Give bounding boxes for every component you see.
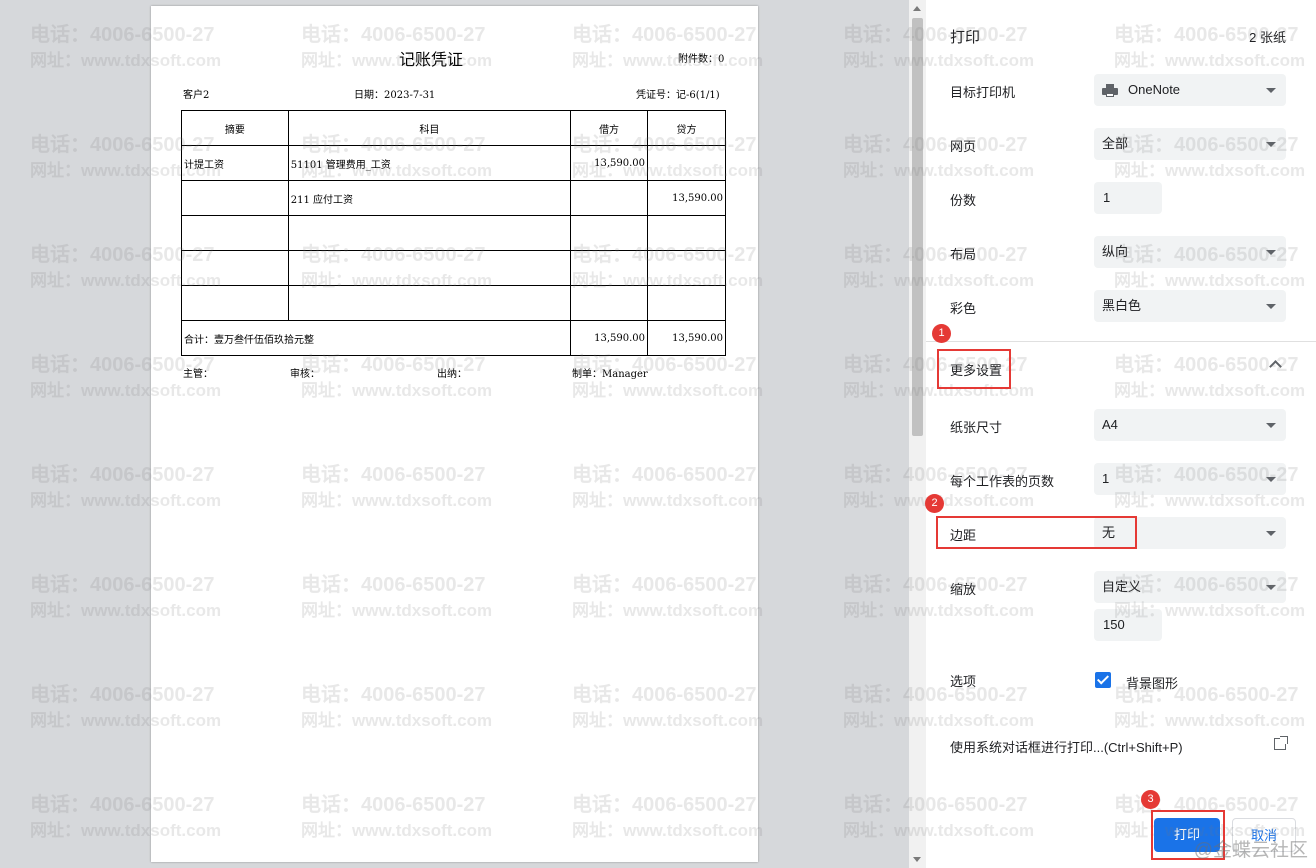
pages-select[interactable]: 全部	[1094, 128, 1286, 160]
chevron-down-icon	[1266, 250, 1276, 255]
paper-size-value: A4	[1102, 417, 1118, 432]
paper-size-select[interactable]: A4	[1094, 409, 1286, 441]
row-account: 51101 管理费用_工资	[287, 145, 572, 181]
row-credit	[647, 215, 726, 251]
pages-label: 网页	[950, 139, 977, 154]
row-debit	[570, 180, 649, 216]
step-badge-3: 3	[1141, 790, 1160, 809]
row-summary: 计提工资	[181, 145, 289, 181]
row-account	[287, 250, 572, 286]
print-preview-area: 记账凭证 附件数：0 客户2 日期：2023-7-31 凭证号：记-6(1/1)…	[0, 0, 926, 868]
chevron-up-icon[interactable]	[1269, 360, 1282, 373]
pages-value: 全部	[1102, 136, 1129, 151]
print-settings-panel: 打印 2 张纸 目标打印机 OneNote 网页 全部 份数 1 布局 纵向 彩…	[926, 0, 1316, 868]
voucher-attachments: 附件数：0	[678, 54, 725, 65]
system-dialog-link[interactable]: 使用系统对话框进行打印...(Ctrl+Shift+P)	[950, 737, 1183, 756]
scale-select[interactable]: 自定义	[1094, 571, 1286, 603]
step-badge-1: 1	[932, 324, 951, 343]
scroll-down-icon[interactable]	[913, 857, 921, 862]
section-divider	[926, 341, 1316, 342]
layout-select[interactable]: 纵向	[1094, 236, 1286, 268]
table-row: 计提工资 51101 管理费用_工资 13,590.00	[181, 145, 726, 181]
chevron-down-icon	[1266, 423, 1276, 428]
sheet-count: 2 张纸	[1249, 30, 1286, 45]
signature-reviewer: 审核：	[290, 369, 320, 380]
row-summary	[181, 250, 289, 286]
chevron-down-icon	[1266, 477, 1276, 482]
row-account: 211 应付工资	[287, 180, 572, 216]
header-credit: 贷方	[647, 110, 726, 146]
voucher-number: 凭证号：记-6(1/1)	[636, 90, 720, 101]
pages-per-sheet-value: 1	[1102, 471, 1110, 486]
step-badge-2: 2	[925, 494, 944, 513]
highlight-margins	[936, 516, 1137, 549]
layout-label: 布局	[950, 247, 977, 262]
row-summary	[181, 180, 289, 216]
preview-page: 记账凭证 附件数：0 客户2 日期：2023-7-31 凭证号：记-6(1/1)…	[151, 6, 758, 862]
row-account	[287, 285, 572, 321]
row-credit	[647, 145, 726, 181]
header-debit: 借方	[570, 110, 649, 146]
background-graphics-checkbox[interactable]	[1095, 672, 1111, 688]
row-credit	[647, 250, 726, 286]
chevron-down-icon	[1266, 88, 1276, 93]
scale-input[interactable]: 150	[1094, 609, 1162, 641]
scale-value: 自定义	[1102, 579, 1142, 594]
pages-per-sheet-label: 每个工作表的页数	[950, 474, 1055, 489]
layout-value: 纵向	[1102, 244, 1129, 259]
signature-preparer: 制单：Manager	[572, 369, 648, 380]
row-summary	[181, 215, 289, 251]
total-label: 合计：壹万叁仟伍佰玖拾元整	[180, 320, 572, 356]
copies-input[interactable]: 1	[1094, 182, 1162, 214]
voucher-date: 日期：2023-7-31	[354, 90, 436, 101]
scroll-up-icon[interactable]	[913, 6, 921, 11]
voucher-title: 记账凭证	[398, 50, 463, 69]
chevron-down-icon	[1266, 531, 1276, 536]
signature-cashier: 出纳：	[437, 369, 467, 380]
total-credit: 13,590.00	[647, 320, 726, 356]
paper-size-label: 纸张尺寸	[950, 420, 1003, 435]
voucher-customer: 客户2	[183, 90, 210, 101]
row-account	[287, 215, 572, 251]
destination-select[interactable]: OneNote	[1094, 74, 1286, 106]
color-value: 黑白色	[1102, 298, 1142, 313]
background-graphics-label[interactable]: 背景图形	[1126, 673, 1178, 692]
voucher-table: 摘要 科目 借方 贷方 计提工资 51101 管理费用_工资 13,590.00…	[180, 110, 726, 356]
destination-value: OneNote	[1128, 82, 1181, 97]
copies-label: 份数	[950, 193, 977, 208]
row-summary	[181, 285, 289, 321]
row-credit: 13,590.00	[647, 180, 726, 216]
row-debit	[570, 285, 649, 321]
header-summary: 摘要	[181, 110, 289, 146]
preview-scrollbar[interactable]	[909, 0, 926, 868]
corner-watermark: @金蝶云社区	[1193, 840, 1308, 861]
table-row: 211 应付工资 13,590.00	[181, 180, 726, 216]
chevron-down-icon	[1266, 142, 1276, 147]
total-debit: 13,590.00	[570, 320, 649, 356]
table-row	[181, 285, 726, 321]
pages-per-sheet-select[interactable]: 1	[1094, 463, 1286, 495]
color-select[interactable]: 黑白色	[1094, 290, 1286, 322]
options-label: 选项	[950, 674, 977, 689]
color-label: 彩色	[950, 301, 977, 316]
open-external-icon[interactable]	[1274, 736, 1288, 750]
chevron-down-icon	[1266, 585, 1276, 590]
signature-supervisor: 主管：	[183, 369, 213, 380]
panel-title: 打印	[950, 29, 981, 46]
scale-label: 缩放	[950, 582, 977, 597]
total-row: 合计：壹万叁仟伍佰玖拾元整 13,590.00 13,590.00	[180, 320, 726, 356]
row-debit: 13,590.00	[570, 145, 649, 181]
row-debit	[570, 250, 649, 286]
printer-icon	[1102, 84, 1118, 98]
row-credit	[647, 285, 726, 321]
row-debit	[570, 215, 649, 251]
header-account: 科目	[287, 110, 572, 146]
destination-label: 目标打印机	[950, 85, 1016, 100]
chevron-down-icon	[1266, 304, 1276, 309]
table-header-row: 摘要 科目 借方 贷方	[181, 110, 726, 146]
table-row	[181, 215, 726, 251]
highlight-more-settings	[937, 349, 1011, 389]
table-row	[181, 250, 726, 286]
scroll-thumb[interactable]	[912, 18, 923, 436]
